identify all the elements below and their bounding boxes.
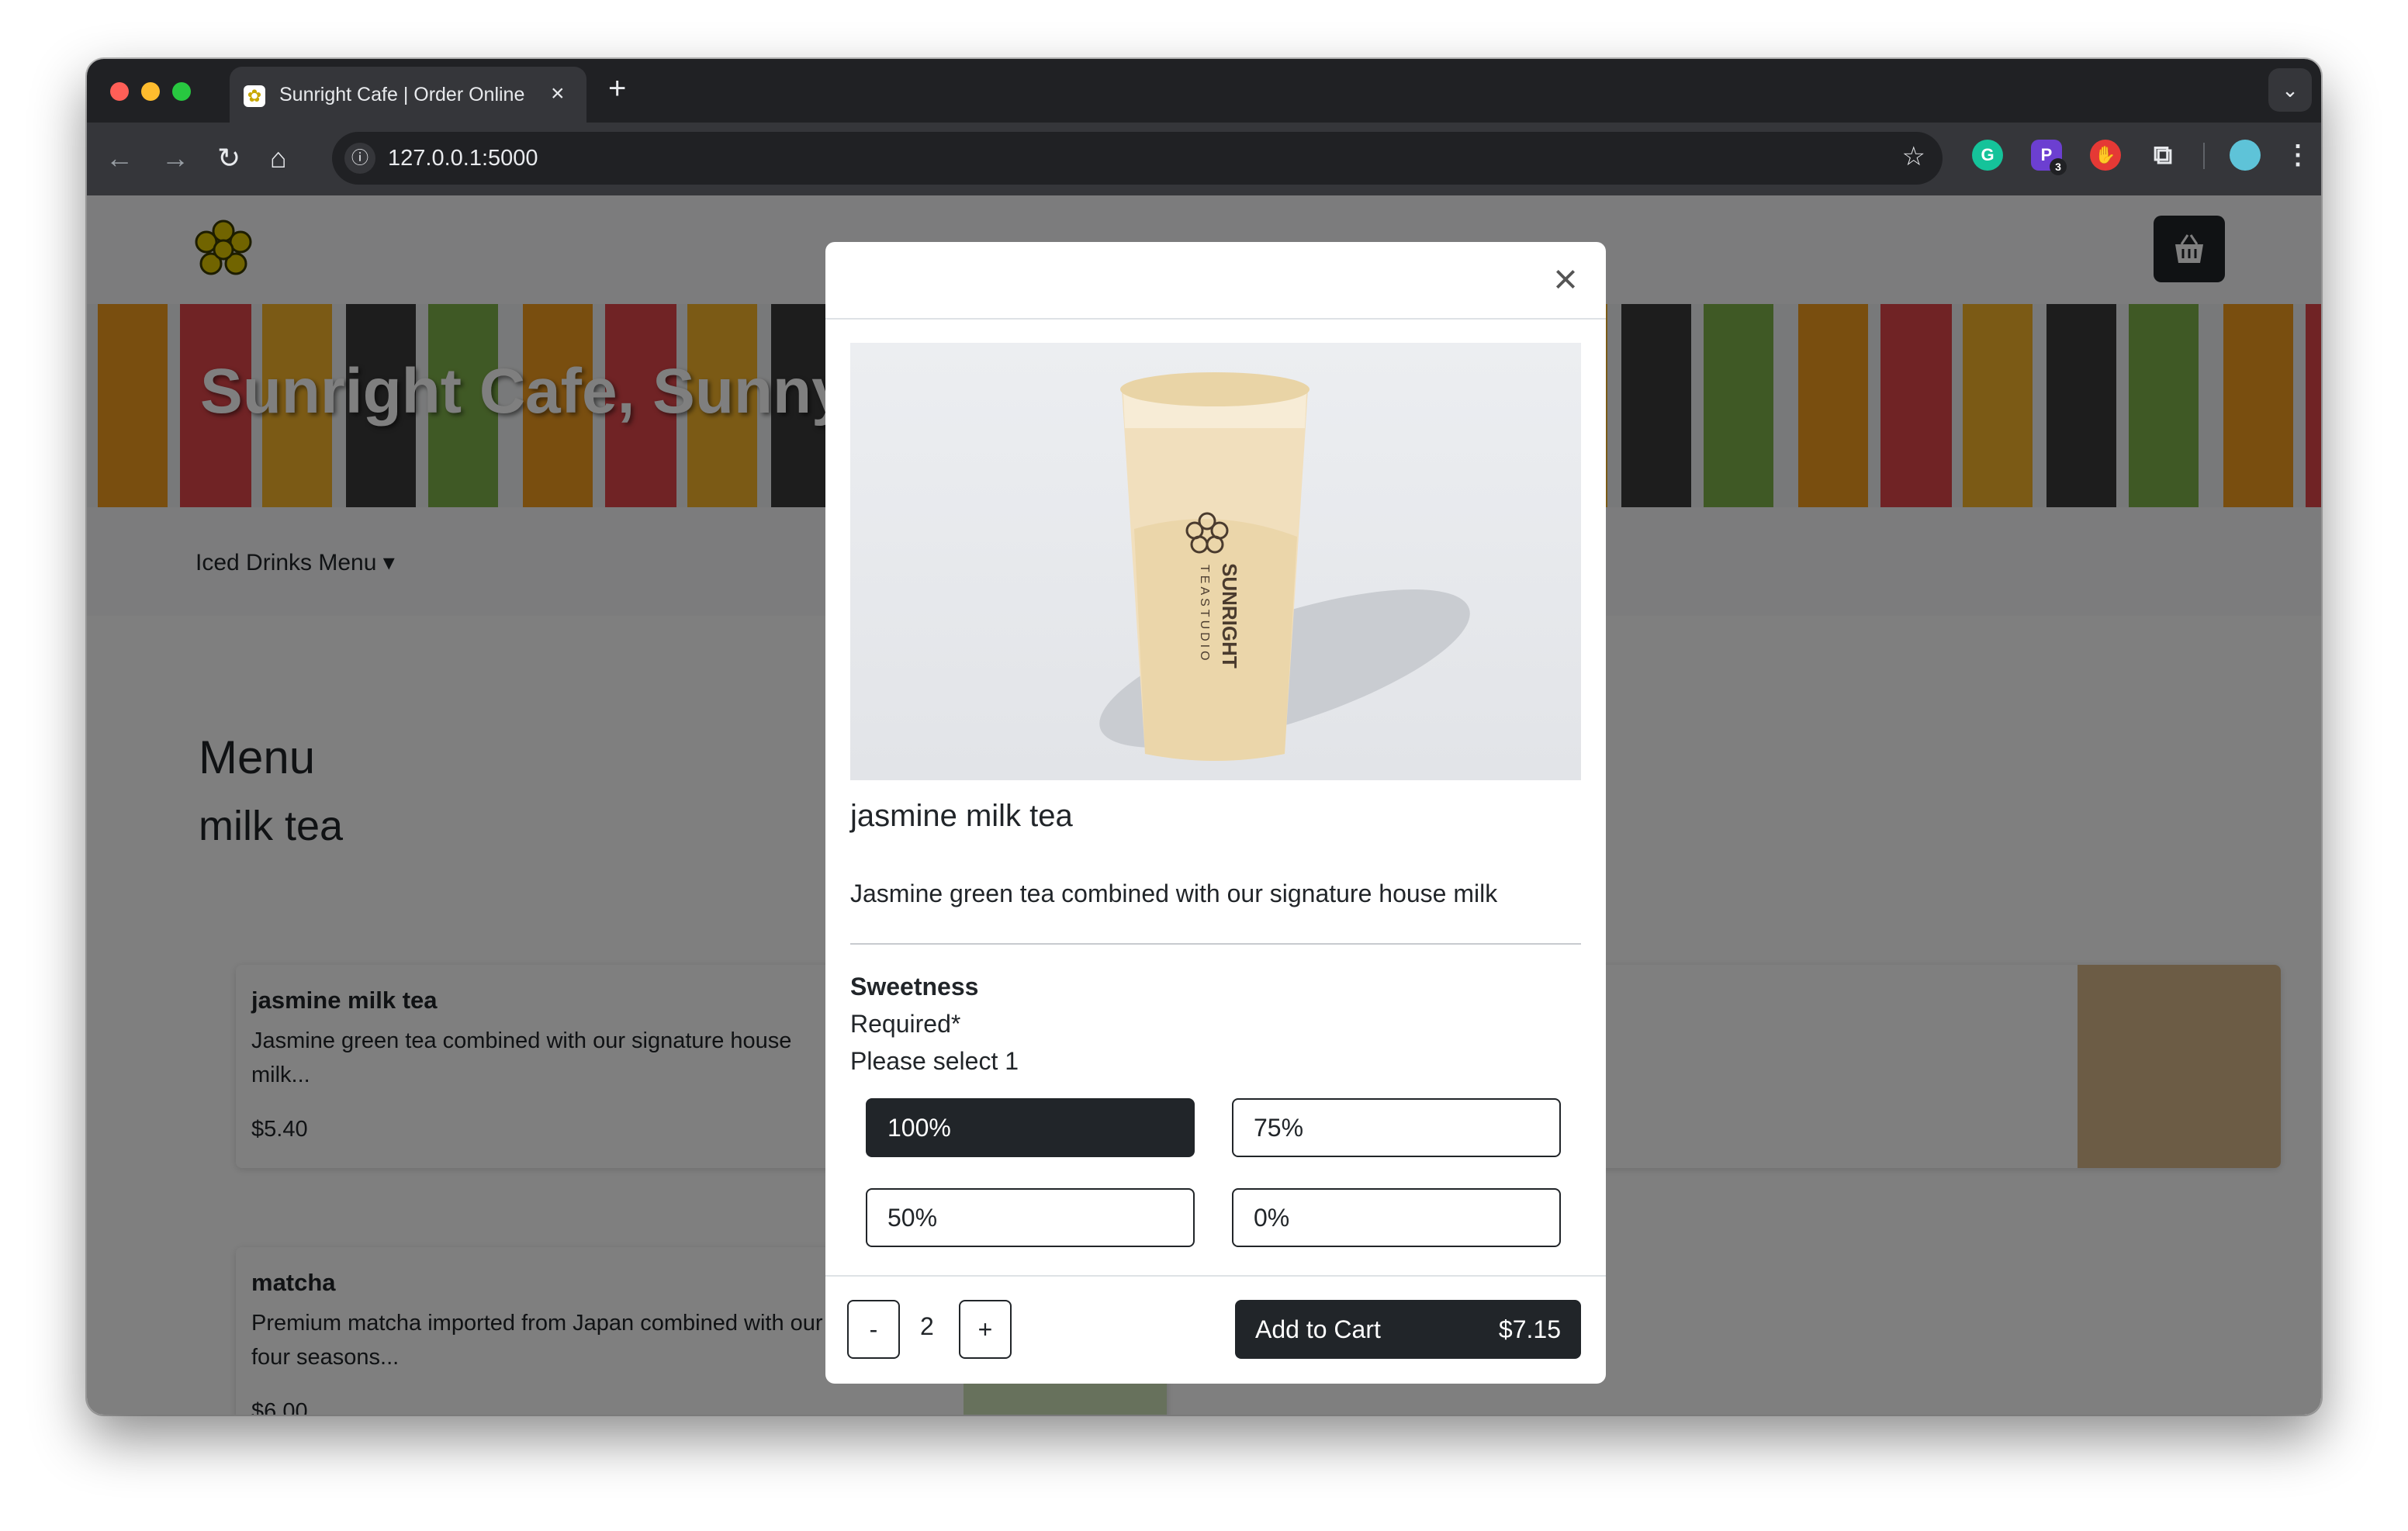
add-to-cart-price: $7.15: [1498, 1315, 1561, 1343]
info-icon[interactable]: ⓘ: [344, 143, 375, 174]
tab-title: Sunright Cafe | Order Online: [279, 84, 525, 105]
home-icon[interactable]: ⌂: [270, 141, 287, 175]
star-icon[interactable]: ☆: [1902, 141, 1925, 172]
option-group-title: Sweetness: [850, 973, 979, 1001]
extension-p-icon[interactable]: P3: [2031, 140, 2067, 175]
extension-badge: 3: [2050, 158, 2067, 175]
toolbar-divider: [2203, 143, 2205, 169]
reload-icon[interactable]: ↻: [217, 141, 240, 175]
url-text[interactable]: 127.0.0.1:5000: [388, 146, 538, 171]
product-title: jasmine milk tea: [850, 799, 1073, 833]
milk-tea-cup-illustration: SUNRIGHT TEASTUDIO: [1099, 372, 1470, 761]
section-divider: [850, 943, 1581, 945]
add-to-cart-label: Add to Cart: [1255, 1315, 1381, 1343]
favicon-icon: ✿: [244, 85, 265, 107]
adblock-icon[interactable]: ✋: [2090, 140, 2121, 171]
kebab-menu-icon[interactable]: ⋮: [2282, 140, 2313, 171]
puzzle-icon[interactable]: ⧉: [2147, 140, 2178, 171]
modal-header: ×: [825, 242, 1606, 320]
tab-close-icon[interactable]: ×: [551, 81, 565, 107]
tab-strip: ✿ Sunright Cafe | Order Online × + ⌄: [87, 59, 2321, 123]
decrement-button[interactable]: -: [847, 1300, 900, 1359]
back-arrow-icon[interactable]: ←: [106, 141, 133, 175]
product-description: Jasmine green tea combined with our sign…: [850, 880, 1498, 907]
sweetness-option-100[interactable]: 100%: [866, 1098, 1195, 1157]
sweetness-option-50[interactable]: 50%: [866, 1188, 1195, 1247]
increment-button[interactable]: +: [959, 1300, 1012, 1359]
product-image: SUNRIGHT TEASTUDIO: [850, 343, 1581, 780]
zoom-window-dot[interactable]: [172, 82, 191, 101]
add-to-cart-button[interactable]: Add to Cart $7.15: [1235, 1300, 1581, 1359]
option-required-label: Required*: [850, 1010, 961, 1038]
modal-footer: - 2 + Add to Cart $7.15: [825, 1275, 1606, 1384]
tab-search-icon[interactable]: ⌄: [2268, 68, 2312, 112]
sweetness-option-0[interactable]: 0%: [1232, 1188, 1561, 1247]
forward-arrow-icon[interactable]: →: [161, 141, 189, 175]
minimize-window-dot[interactable]: [141, 82, 160, 101]
cup-brand-text: SUNRIGHT: [1218, 563, 1241, 669]
sweetness-option-75[interactable]: 75%: [1232, 1098, 1561, 1157]
close-window-dot[interactable]: [110, 82, 129, 101]
cup-sub-text: TEASTUDIO: [1198, 565, 1211, 664]
product-modal: × SUNRIGHT TEASTUDIO jasmine milk tea Ja…: [825, 242, 1606, 1384]
new-tab-icon[interactable]: +: [608, 71, 626, 106]
address-bar[interactable]: ⓘ 127.0.0.1:5000 ☆: [332, 132, 1943, 185]
browser-window: ✿ Sunright Cafe | Order Online × + ⌄ ← →…: [87, 59, 2321, 1415]
browser-toolbar: ← → ↻ ⌂ ⓘ 127.0.0.1:5000 ☆ G P3 ✋ ⧉ ⋮: [87, 123, 2321, 195]
profile-avatar[interactable]: [2230, 140, 2261, 171]
quantity-value: 2: [920, 1312, 934, 1340]
grammarly-icon[interactable]: G: [1972, 140, 2003, 171]
browser-tab[interactable]: ✿ Sunright Cafe | Order Online ×: [230, 67, 586, 123]
close-icon[interactable]: ×: [1544, 257, 1587, 301]
web-page: Sunright Cafe, Sunnyvale Iced Drinks Men…: [87, 195, 2321, 1415]
option-instruction: Please select 1: [850, 1047, 1019, 1075]
